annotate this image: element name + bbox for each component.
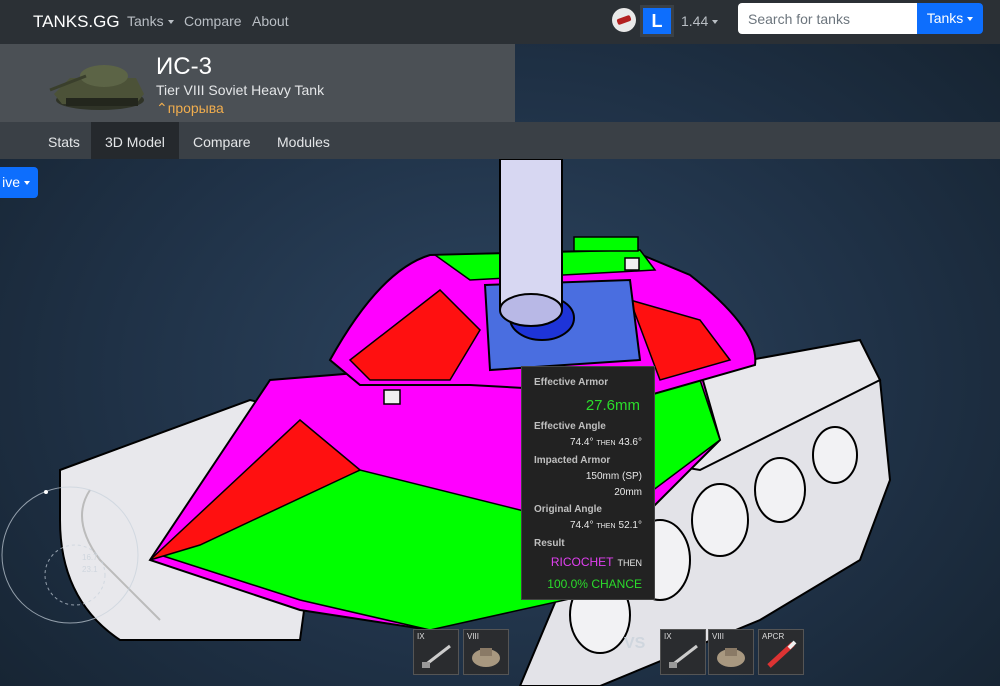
effective-armor-label: Effective Armor (534, 377, 609, 388)
original-angle-first: 74.4° (570, 520, 594, 531)
version-dropdown[interactable]: 1.44 (681, 13, 719, 29)
tank-role: ⌃прорыва (156, 100, 224, 117)
road-wheel (812, 426, 858, 484)
search-category-label: Tanks (926, 10, 964, 26)
then-label: THEN (596, 523, 616, 530)
slot-tier: IX (664, 632, 672, 641)
then-label: THEN (596, 440, 616, 447)
slot-tier: VIII (467, 632, 480, 641)
slot-tier: APCR (762, 632, 785, 641)
chevron-down-icon (167, 20, 174, 25)
effective-angle-first: 74.4° (570, 437, 594, 448)
result-chance: 100.0% CHANCE (547, 577, 642, 591)
cupola-armor (573, 236, 639, 252)
tab-modules[interactable]: Modules (263, 122, 344, 159)
slot-tier: IX (417, 632, 425, 641)
chevron-down-icon (712, 20, 719, 25)
result-ricochet: RICOCHET (550, 555, 614, 569)
nav-tanks-label: Tanks (127, 13, 164, 29)
tank-thumbnail (40, 44, 150, 120)
chevron-down-icon (24, 181, 30, 186)
result-then: THEN (617, 558, 643, 568)
original-angle-value: 74.4° THEN 52.1° (570, 520, 642, 531)
compass-value-2: 23.1 (82, 565, 98, 574)
vs-label: VS (624, 635, 646, 652)
tab-stats[interactable]: Stats (34, 122, 94, 159)
tank-subtitle: Tier VIII Soviet Heavy Tank (156, 82, 325, 98)
hatch (383, 389, 401, 405)
chevron-down-icon (967, 17, 974, 22)
impacted-armor-value-2: 20mm (614, 487, 642, 498)
view-mode-label: ive (2, 174, 20, 190)
road-wheel (691, 483, 749, 557)
impacted-armor-label: Impacted Armor (534, 455, 611, 466)
compass-value-1: 16.7 (82, 553, 98, 562)
original-angle-second: 52.1° (618, 520, 642, 531)
result-label: Result (534, 538, 565, 549)
version-label: 1.44 (681, 13, 709, 29)
original-angle-label: Original Angle (534, 504, 602, 515)
impacted-armor-value-1: 150mm (SP) (585, 471, 642, 482)
armor-tooltip: Effective Armor 27.6mm Effective Angle 7… (521, 366, 655, 600)
left-turret-slot[interactable]: VIII (463, 629, 509, 675)
armor-model-viewer[interactable] (0, 159, 1000, 686)
effective-angle-second: 43.6° (618, 437, 642, 448)
effective-angle-label: Effective Angle (534, 421, 606, 432)
hatch (624, 257, 640, 271)
nav-compare-link[interactable]: Compare (184, 13, 242, 29)
tab-3d-model[interactable]: 3D Model (91, 122, 179, 159)
search-category-dropdown[interactable]: Tanks (917, 3, 983, 34)
search-input[interactable] (738, 3, 917, 34)
compass-marker (44, 490, 48, 494)
nav-tanks-dropdown[interactable]: Tanks (127, 13, 174, 29)
tank-role-label: прорыва (167, 100, 224, 116)
brand-logo[interactable]: TANKS.GG (33, 12, 120, 32)
gun-barrel (499, 159, 563, 310)
slot-tier: VIII (712, 632, 725, 641)
wot-server-icon[interactable] (612, 8, 636, 32)
view-mode-dropdown[interactable]: ive (0, 167, 38, 198)
chevron-up-icon: ⌃ (156, 100, 168, 116)
top-navbar: TANKS.GG Tanks Compare About L 1.44 Tank… (0, 0, 1000, 44)
left-gun-slot[interactable]: IX (413, 629, 459, 675)
lesta-server-badge[interactable]: L (640, 5, 674, 37)
gun-barrel-muzzle (499, 293, 563, 327)
nav-about-link[interactable]: About (252, 13, 289, 29)
right-gun-slot[interactable]: IX (660, 629, 706, 675)
right-shell-slot[interactable]: APCR (758, 629, 804, 675)
tab-bar: Stats 3D Model Compare Modules (0, 122, 1000, 159)
tab-compare[interactable]: Compare (179, 122, 265, 159)
result-value: RICOCHET THEN (551, 555, 642, 569)
effective-armor-value: 27.6mm (585, 397, 640, 414)
road-wheel (754, 457, 806, 523)
right-turret-slot[interactable]: VIII (708, 629, 754, 675)
effective-angle-value: 74.4° THEN 43.6° (570, 437, 642, 448)
tank-name: ИС-3 (156, 53, 212, 80)
